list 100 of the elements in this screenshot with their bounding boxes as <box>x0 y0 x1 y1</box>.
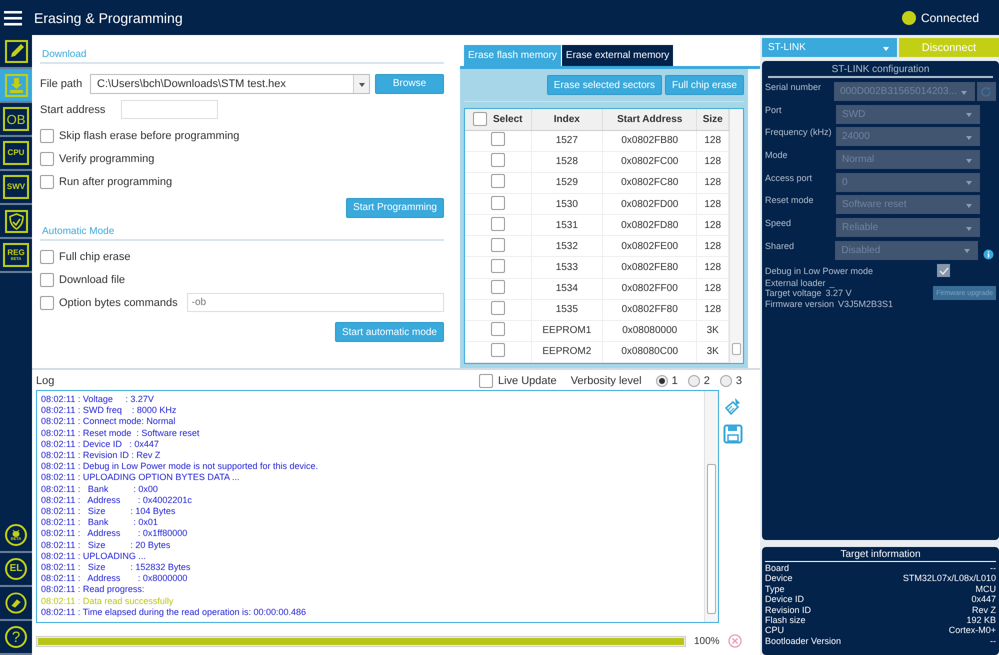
checkbox[interactable] <box>40 272 54 286</box>
field-label: Frequency (kHz) <box>765 127 833 138</box>
checkbox[interactable] <box>490 174 505 188</box>
menu-icon[interactable] <box>4 10 22 26</box>
column-header[interactable]: Size <box>696 109 729 130</box>
disconnect-button[interactable]: Disconnect <box>899 38 999 57</box>
info-value: -- <box>990 563 996 574</box>
info-value: MCU <box>976 584 996 594</box>
checkbox-label: Option bytes commands <box>59 296 178 308</box>
table-cell: 1534 <box>531 278 603 300</box>
start-automatic-button[interactable]: Start automatic mode <box>334 322 444 342</box>
checkbox[interactable] <box>478 374 493 388</box>
field-label: Access port <box>765 172 814 183</box>
erase-button[interactable]: Erase selected sectors <box>546 75 662 95</box>
info-value: Cortex-M0+ <box>948 625 996 636</box>
checkbox[interactable] <box>490 280 505 294</box>
log-line: 08:02:11 : UPLOADING OPTION BYTES DATA ... <box>41 472 241 484</box>
scrollbar[interactable] <box>704 391 718 622</box>
checkbox[interactable] <box>490 132 505 146</box>
table-cell: 1532 <box>531 236 603 257</box>
file-path-dropdown[interactable]: C:\Users\bch\Downloads\STM test.hex <box>90 74 370 94</box>
field-value: _ <box>830 278 835 288</box>
column-header[interactable]: Index <box>531 109 603 130</box>
log-line: 08:02:11 : Data read successfully <box>41 596 174 607</box>
table-cell: EEPROM1 <box>531 320 603 342</box>
refresh-button[interactable] <box>976 82 996 101</box>
broom-icon[interactable] <box>723 396 743 416</box>
log-line: 08:02:11 : Device ID : 0x447 <box>41 438 160 450</box>
field-label: Verbosity level <box>570 375 642 387</box>
info-value: 0x447 <box>971 594 996 605</box>
table-cell: 0x0802FE00 <box>602 236 697 257</box>
radio-button[interactable] <box>688 375 700 387</box>
tab[interactable]: Erase external memory <box>562 45 674 66</box>
field-label: Target voltage <box>765 288 822 298</box>
checkbox[interactable] <box>490 216 505 231</box>
radio-label: 1 <box>672 375 678 387</box>
checkbox[interactable] <box>40 250 54 264</box>
erase-button[interactable]: Full chip erase <box>664 75 744 95</box>
tab[interactable]: Erase flash memory <box>464 45 561 66</box>
save-icon[interactable] <box>723 424 743 444</box>
table-cell: 0x0802FF00 <box>602 278 697 300</box>
section-title: Download <box>40 49 444 64</box>
input-field[interactable] <box>121 100 218 119</box>
table-cell: 1535 <box>531 299 603 320</box>
checkbox[interactable] <box>40 128 54 142</box>
browse-button[interactable]: Browse <box>375 74 444 94</box>
log-line: 08:02:11 : Bank : 0x00 <box>41 484 159 495</box>
field-label: Serial number <box>765 82 822 92</box>
info-label: Type <box>765 584 785 594</box>
checkbox[interactable] <box>490 343 505 358</box>
sidebar-button[interactable]: ? <box>5 626 27 648</box>
scrollbar[interactable] <box>729 109 743 363</box>
log-line: 08:02:11 : Connect mode: Normal <box>41 416 176 428</box>
log-line: 08:02:11 : Voltage : 3.27V <box>41 394 155 406</box>
checkbox[interactable] <box>40 296 54 310</box>
field-label: Shared <box>765 240 796 251</box>
probe-dropdown[interactable]: ST-LINK <box>762 38 897 57</box>
checkbox[interactable] <box>490 196 505 210</box>
sidebar-button[interactable]: EL <box>5 558 27 580</box>
field-label: Port <box>765 104 783 115</box>
log-line: 08:02:11 : Read progress: <box>41 584 146 596</box>
info-label: Board <box>765 563 790 574</box>
radio-label: 2 <box>704 375 710 387</box>
select-all-checkbox[interactable] <box>473 112 488 126</box>
checkbox[interactable] <box>490 301 505 316</box>
table-cell: 1530 <box>531 194 603 215</box>
info-value: 192 KB <box>966 615 996 626</box>
panel-title: Log <box>36 375 56 387</box>
log-line: 08:02:11 : Revision ID : Rev Z <box>41 450 162 462</box>
checkbox[interactable] <box>937 264 950 277</box>
bug-icon <box>11 530 21 536</box>
checkbox[interactable] <box>490 258 505 273</box>
input-field[interactable]: -ob <box>186 293 444 312</box>
checkbox-label: Full chip erase <box>59 250 131 262</box>
log-line: 08:02:11 : Debug in Low Power mode is not supported for this device. <box>41 461 319 472</box>
shield-icon <box>4 210 28 232</box>
checkbox[interactable] <box>490 238 505 252</box>
checkbox-label: Verify programming <box>59 152 154 164</box>
log-line: 08:02:11 : Time elapsed during the read operation is: 00:00:00.486 <box>41 606 308 618</box>
checkbox[interactable] <box>490 322 505 336</box>
checkbox[interactable] <box>40 152 54 166</box>
log-line: 08:02:11 : Size : 104 Bytes <box>41 506 176 518</box>
start-programming-button[interactable]: Start Programming <box>346 198 444 218</box>
field-label: Reset mode <box>765 195 815 206</box>
radio-button[interactable] <box>656 375 668 387</box>
refresh-icon <box>980 86 992 98</box>
log-line: 08:02:11 : Address : 0x1ff80000 <box>41 528 188 540</box>
table-cell: 1529 <box>531 172 603 194</box>
field-label: External loader <box>765 278 826 288</box>
checkbox[interactable] <box>40 174 54 188</box>
download-icon <box>4 74 28 96</box>
eraser-icon[interactable] <box>5 592 27 614</box>
table-cell: 1528 <box>531 151 603 172</box>
checkbox[interactable] <box>490 153 505 168</box>
table-cell: 0x0802FD80 <box>602 214 697 236</box>
cancel-icon[interactable] <box>728 634 742 648</box>
radio-button[interactable] <box>720 375 732 387</box>
table-cell: 0x0802FD00 <box>602 194 697 215</box>
column-header[interactable]: Start Address <box>602 109 697 130</box>
table-cell: EEPROM2 <box>531 341 603 362</box>
